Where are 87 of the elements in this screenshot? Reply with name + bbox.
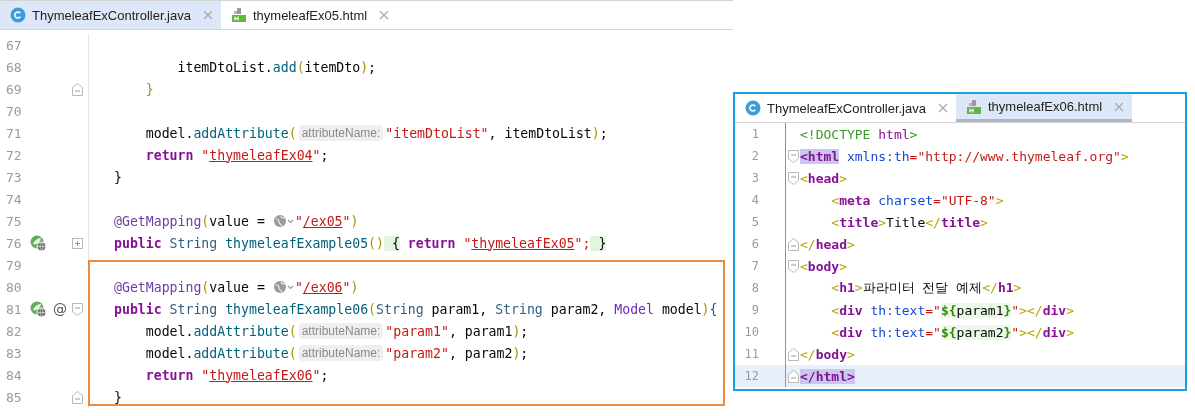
line-number: 11 bbox=[743, 347, 760, 361]
code-text: </body> bbox=[800, 346, 855, 362]
line-number: 79 bbox=[5, 257, 23, 273]
code-text: @GetMapping(value = bbox=[114, 213, 265, 229]
globe-dropdown-icon[interactable] bbox=[272, 214, 295, 228]
code-text: <!DOCTYPE html> bbox=[800, 126, 918, 142]
code-text: </html> bbox=[800, 368, 855, 384]
code-text: } bbox=[144, 81, 154, 97]
line-number: 1 bbox=[750, 127, 760, 141]
collapse-icon[interactable] bbox=[72, 302, 83, 316]
html-file-icon bbox=[230, 7, 247, 23]
line-number: 76 bbox=[5, 235, 23, 251]
line-number: 84 bbox=[5, 367, 23, 383]
collapse-icon[interactable] bbox=[788, 369, 799, 383]
line-number: 81 bbox=[5, 301, 23, 317]
globe-dropdown-icon[interactable] bbox=[272, 280, 295, 294]
close-icon[interactable] bbox=[202, 10, 213, 20]
parameter-hint: attributeName: bbox=[298, 125, 384, 141]
code-text: itemDtoList.add(itemDto); bbox=[176, 59, 377, 75]
line-number: 71 bbox=[5, 125, 23, 141]
line-number: 67 bbox=[5, 37, 23, 53]
code-text: public String thymeleafExample05() { return "thymeleafEx05"; } bbox=[114, 235, 607, 251]
code-text: return "thymeleafEx04"; bbox=[144, 147, 329, 163]
collapse-icon[interactable] bbox=[788, 347, 799, 361]
collapse-icon[interactable] bbox=[788, 237, 799, 251]
line-number: 85 bbox=[5, 389, 23, 405]
code-text: } bbox=[114, 389, 122, 405]
code-text: </head> bbox=[800, 236, 855, 252]
code-text: return "thymeleafEx06"; bbox=[144, 367, 329, 383]
code-text: "/ex06") bbox=[294, 279, 359, 295]
line-number: 5 bbox=[750, 215, 760, 229]
code-text: <html xmlns:th="http://www.thymeleaf.org"> bbox=[800, 148, 1129, 164]
close-icon[interactable] bbox=[937, 103, 948, 113]
parameter-hint: attributeName: bbox=[298, 345, 384, 361]
run-gutter-icon[interactable] bbox=[30, 234, 47, 252]
line-number: 80 bbox=[5, 279, 23, 295]
line-number: 75 bbox=[5, 213, 23, 229]
code-text: public String thymeleafExample06(String param1, String param2, Model model){ bbox=[114, 301, 718, 317]
code-text: } bbox=[114, 169, 122, 185]
code-text: <meta charset="UTF-8"> bbox=[830, 192, 1004, 208]
code-text: model.addAttribute( bbox=[144, 323, 297, 339]
parameter-hint: attributeName: bbox=[298, 323, 384, 339]
line-number: 73 bbox=[5, 169, 23, 185]
code-text: <div th:text="${param2}"></div> bbox=[830, 324, 1074, 340]
run-gutter-icon[interactable] bbox=[30, 300, 47, 318]
code-text: <body> bbox=[800, 258, 847, 274]
line-number: 9 bbox=[750, 303, 760, 317]
code-text: model.addAttribute( bbox=[144, 345, 297, 361]
line-number: 72 bbox=[5, 147, 23, 163]
code-text: "itemDtoList", itemDtoList); bbox=[385, 125, 608, 141]
line-number: 6 bbox=[750, 237, 760, 251]
line-number: 7 bbox=[750, 259, 760, 273]
line-number: 12 bbox=[743, 369, 760, 383]
class-icon bbox=[10, 7, 26, 23]
code-text: model.addAttribute( bbox=[144, 125, 297, 141]
line-number: 74 bbox=[5, 191, 23, 207]
line-number: 4 bbox=[750, 193, 760, 207]
collapse-icon[interactable] bbox=[72, 390, 83, 404]
code-text: "/ex05") bbox=[294, 213, 359, 229]
line-number: 2 bbox=[750, 149, 760, 163]
line-number: 83 bbox=[5, 345, 23, 361]
code-text: <div th:text="${param1}"></div> bbox=[830, 302, 1074, 318]
editor-tab[interactable]: thymeleafEx06.html bbox=[955, 94, 1133, 122]
code-text: <head> bbox=[800, 170, 847, 186]
collapse-icon[interactable] bbox=[788, 171, 799, 185]
editor-tab[interactable]: ThymeleafExController.java bbox=[0, 1, 221, 29]
collapse-icon[interactable] bbox=[72, 82, 83, 96]
close-icon[interactable] bbox=[1114, 101, 1125, 112]
collapse-icon[interactable] bbox=[788, 149, 799, 163]
html-file-icon bbox=[965, 98, 982, 115]
line-number: 10 bbox=[743, 325, 760, 339]
line-number: 3 bbox=[750, 171, 760, 185]
line-number: 69 bbox=[5, 81, 23, 97]
code-text: <title>Title</title> bbox=[830, 214, 988, 230]
expand-icon[interactable] bbox=[72, 237, 83, 249]
code-text: "param2", param2); bbox=[385, 345, 529, 361]
collapse-icon[interactable] bbox=[788, 259, 799, 273]
code-text: <h1>파라미터 전달 예제</h1> bbox=[830, 279, 1022, 297]
line-number: 70 bbox=[5, 103, 23, 119]
code-text: "param1", param1); bbox=[385, 323, 529, 339]
line-number: 8 bbox=[750, 281, 760, 295]
close-icon[interactable] bbox=[379, 10, 390, 20]
line-number: 68 bbox=[5, 59, 23, 75]
class-icon bbox=[745, 100, 761, 116]
code-text: @GetMapping(value = bbox=[114, 279, 265, 295]
gutter-marker[interactable]: @ bbox=[53, 301, 67, 317]
line-number: 82 bbox=[5, 323, 23, 339]
